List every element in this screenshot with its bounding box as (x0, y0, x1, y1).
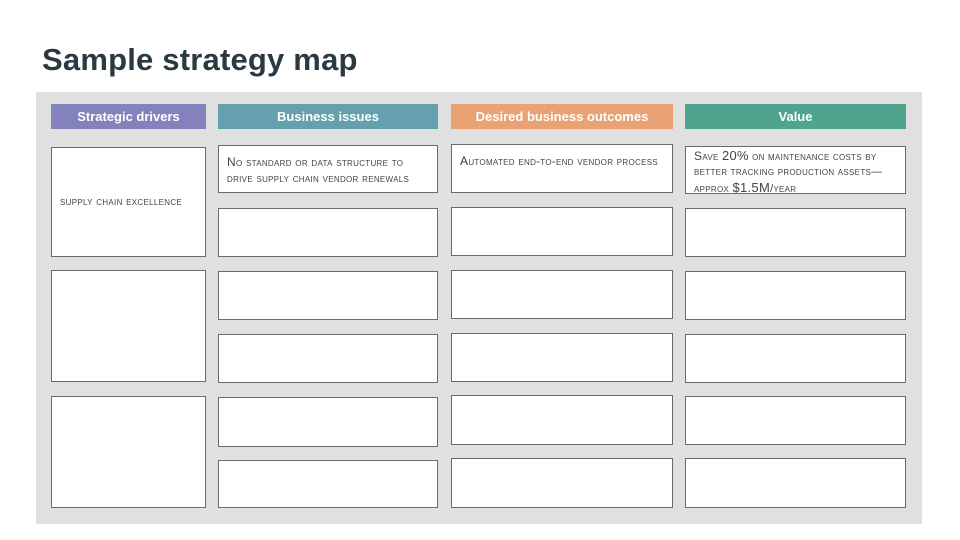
value-box-2 (685, 208, 906, 257)
outcome-box-2 (451, 207, 673, 256)
value-box-5 (685, 396, 906, 445)
header-value: Value (685, 104, 906, 129)
driver-text: Supply chain excellence (60, 196, 183, 208)
issue-box-2 (218, 208, 438, 257)
header-desired-outcomes: Desired business outcomes (451, 104, 673, 129)
outcome-text: Automated end-to-end vendor process (460, 154, 658, 168)
issue-box-6 (218, 460, 438, 508)
issue-text: No standard or data structure to drive s… (227, 155, 410, 185)
header-strategic-drivers: Strategic drivers (51, 104, 206, 129)
driver-box-1: Supply chain excellence (51, 147, 206, 257)
value-box-4 (685, 334, 906, 383)
issue-box-3 (218, 271, 438, 320)
value-box-6 (685, 458, 906, 508)
value-text: Save 20% on maintenance costs by better … (694, 148, 883, 195)
value-box-1: Save 20% on maintenance costs by better … (685, 146, 906, 195)
issue-box-4 (218, 334, 438, 383)
outcome-box-5 (451, 395, 673, 445)
outcome-box-4 (451, 333, 673, 382)
value-box-3 (685, 271, 906, 320)
driver-box-3 (51, 396, 206, 508)
outcome-box-1: Automated end-to-end vendor process (451, 144, 673, 193)
issue-box-1: No standard or data structure to drive s… (218, 145, 438, 193)
outcome-box-3 (451, 270, 673, 319)
outcome-box-6 (451, 458, 673, 508)
header-business-issues: Business issues (218, 104, 438, 129)
driver-box-2 (51, 270, 206, 382)
issue-box-5 (218, 397, 438, 447)
page-title: Sample strategy map (42, 42, 358, 77)
